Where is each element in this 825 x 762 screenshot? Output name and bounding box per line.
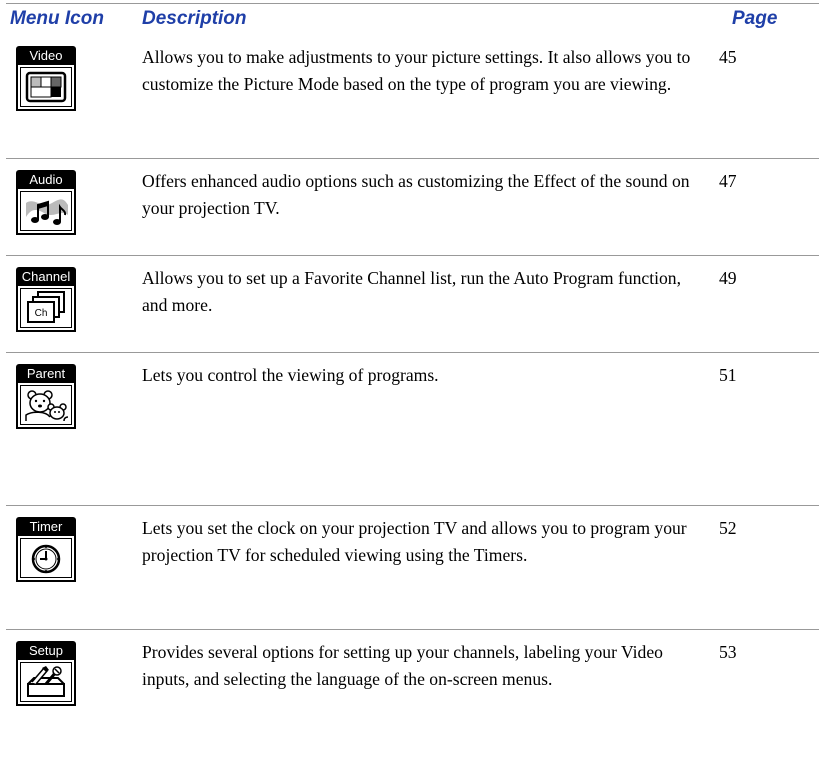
header-menu-icon: Menu Icon (10, 8, 104, 29)
row-divider (6, 629, 819, 630)
setup-icon: Setup (16, 641, 76, 706)
description-text: Allows you to set up a Favorite Channel … (142, 268, 681, 315)
description-text: Provides several options for setting up … (142, 642, 663, 689)
description-text: Allows you to make adjustments to your p… (142, 47, 691, 94)
icon-tab-label: Timer (16, 517, 76, 536)
row-divider (6, 158, 819, 159)
header-description: Description (142, 8, 247, 29)
audio-icon: Audio (16, 170, 76, 235)
description-text: Offers enhanced audio options such as cu… (142, 171, 690, 218)
icon-tab-label: Setup (16, 641, 76, 660)
video-icon: Video (16, 46, 76, 111)
channel-icon-text: Ch (35, 308, 48, 319)
description-text: Lets you control the viewing of programs… (142, 365, 439, 385)
parent-icon: Parent (16, 364, 76, 429)
page-number: 51 (719, 365, 737, 385)
page-number: 49 (719, 268, 737, 288)
icon-tab-label: Audio (16, 170, 76, 189)
icon-tab-label: Video (16, 46, 76, 65)
icon-tab-label: Channel (16, 267, 76, 286)
row-divider (6, 505, 819, 506)
header-page: Page (732, 8, 778, 29)
top-rule (6, 3, 819, 4)
description-text: Lets you set the clock on your projectio… (142, 518, 687, 565)
page-number: 52 (719, 518, 737, 538)
icon-tab-label: Parent (16, 364, 76, 383)
row-divider (6, 255, 819, 256)
page-number: 47 (719, 171, 737, 191)
row-divider (6, 352, 819, 353)
channel-icon: Channel Ch (16, 267, 76, 332)
page-number: 45 (719, 47, 737, 67)
timer-icon: Timer (16, 517, 76, 582)
page-number: 53 (719, 642, 737, 662)
